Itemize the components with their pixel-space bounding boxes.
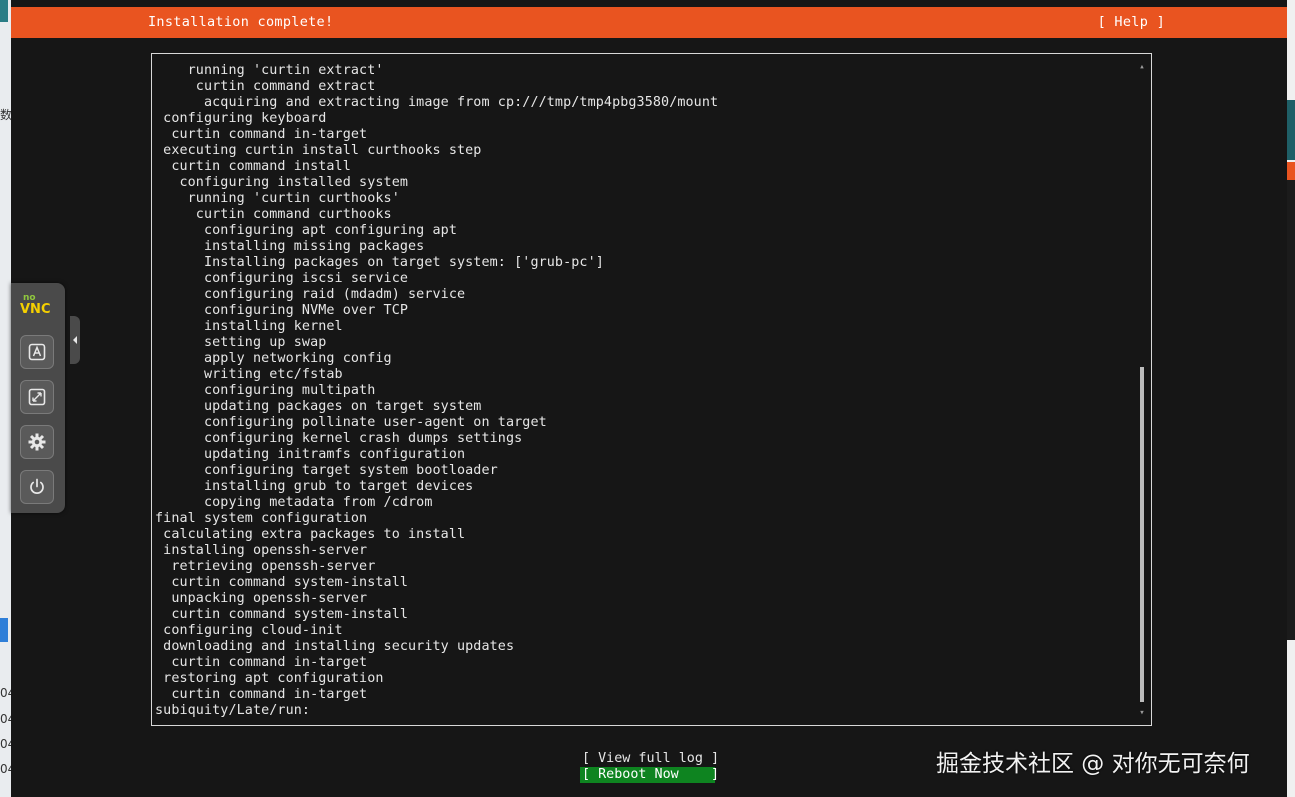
help-button[interactable]: [ Help ]: [1098, 14, 1165, 30]
log-line: installing openssh-server: [155, 543, 368, 558]
install-log-panel[interactable]: running 'curtin extract' curtin command …: [151, 53, 1152, 726]
background-text: 04: [0, 712, 11, 726]
log-line: curtin command in-target: [155, 655, 368, 670]
log-line: curtin command system-install: [155, 575, 409, 590]
collapse-arrow-icon: [73, 336, 77, 344]
scrollbar-thumb[interactable]: [1140, 367, 1144, 702]
log-line: configuring cloud-init: [155, 623, 343, 638]
background-text: 04: [0, 686, 11, 700]
log-line: copying metadata from /cdrom: [155, 495, 433, 510]
log-line: running 'curtin curthooks': [155, 191, 400, 206]
log-line: curtin command system-install: [155, 607, 409, 622]
power-icon: [30, 478, 44, 494]
background-button: [0, 618, 8, 642]
background-text: 数: [0, 108, 11, 122]
log-line: configuring apt configuring apt: [155, 223, 457, 238]
installer-header: Installation complete! [ Help ]: [11, 7, 1287, 38]
log-line: configuring pollinate user-agent on targ…: [155, 415, 547, 430]
log-line: configuring keyboard: [155, 111, 327, 126]
log-line: configuring NVMe over TCP: [155, 303, 409, 318]
novnc-control-bar-handle[interactable]: [70, 316, 80, 364]
watermark: 掘金技术社区 @ 对你无可奈何: [936, 751, 1250, 777]
log-line: installing kernel: [155, 319, 343, 334]
log-line: updating packages on target system: [155, 399, 482, 414]
log-line: final system configuration: [155, 511, 368, 526]
log-line: curtin command in-target: [155, 687, 368, 702]
view-full-log-button[interactable]: [ View full log ]: [580, 751, 738, 767]
log-line: installing missing packages: [155, 239, 425, 254]
scroll-down-icon[interactable]: ▾: [1137, 708, 1147, 718]
scroll-up-icon[interactable]: ▴: [1137, 62, 1147, 72]
log-line: acquiring and extracting image from cp:/…: [155, 95, 719, 110]
log-line: unpacking openssh-server: [155, 591, 368, 606]
keyboard-icon: [28, 343, 46, 361]
settings-button[interactable]: [20, 425, 54, 459]
background-window-strip: [1287, 100, 1295, 160]
log-line: updating initramfs configuration: [155, 447, 466, 462]
log-line: configuring raid (mdadm) service: [155, 287, 466, 302]
fullscreen-button[interactable]: [20, 380, 54, 414]
background-text: 04: [0, 762, 11, 776]
log-line: configuring multipath: [155, 383, 376, 398]
vnc-console[interactable]: Installation complete! [ Help ] running …: [11, 0, 1287, 797]
log-line: curtin command extract: [155, 79, 376, 94]
background-window-strip: [0, 0, 8, 22]
log-line: downloading and installing security upda…: [155, 639, 515, 654]
action-buttons: [ View full log ] [ Reboot Now ]: [578, 751, 738, 783]
log-line: running 'curtin extract': [155, 63, 384, 78]
log-line: executing curtin install curthooks step: [155, 143, 482, 158]
page-title: Installation complete!: [148, 14, 334, 30]
install-log-list: running 'curtin extract' curtin command …: [155, 63, 718, 719]
log-line: writing etc/fstab: [155, 367, 343, 382]
log-line: restoring apt configuration: [155, 671, 384, 686]
log-line: configuring target system bootloader: [155, 463, 498, 478]
log-line: curtin command install: [155, 159, 351, 174]
log-line: subiquity/Late/run:: [155, 703, 311, 718]
log-line: curtin command in-target: [155, 127, 368, 142]
log-line: Installing packages on target system: ['…: [155, 255, 604, 270]
keyboard-button[interactable]: [20, 335, 54, 369]
background-window-strip: [1287, 162, 1295, 180]
fullscreen-icon: [28, 388, 46, 406]
background-window-strip: [1287, 180, 1295, 640]
log-scrollbar[interactable]: ▴ ▾: [1137, 62, 1147, 718]
log-line: configuring kernel crash dumps settings: [155, 431, 523, 446]
novnc-logo: no VNC: [20, 293, 50, 315]
reboot-now-button[interactable]: [ Reboot Now ]: [580, 767, 719, 783]
background-text: 04: [0, 737, 11, 751]
log-line: setting up swap: [155, 335, 327, 350]
novnc-control-bar: no VNC: [11, 283, 65, 513]
log-line: installing grub to target devices: [155, 479, 474, 494]
log-line: configuring installed system: [155, 175, 409, 190]
log-line: calculating extra packages to install: [155, 527, 466, 542]
log-line: configuring iscsi service: [155, 271, 409, 286]
log-line: retrieving openssh-server: [155, 559, 376, 574]
background-window-left: 数 04 04 04 04: [0, 0, 11, 797]
power-button[interactable]: [20, 470, 54, 504]
svg-text:VNC: VNC: [20, 302, 50, 315]
settings-icon: [28, 433, 46, 451]
background-window-right: [1287, 0, 1295, 797]
log-line: curtin command curthooks: [155, 207, 392, 222]
log-line: apply networking config: [155, 351, 392, 366]
